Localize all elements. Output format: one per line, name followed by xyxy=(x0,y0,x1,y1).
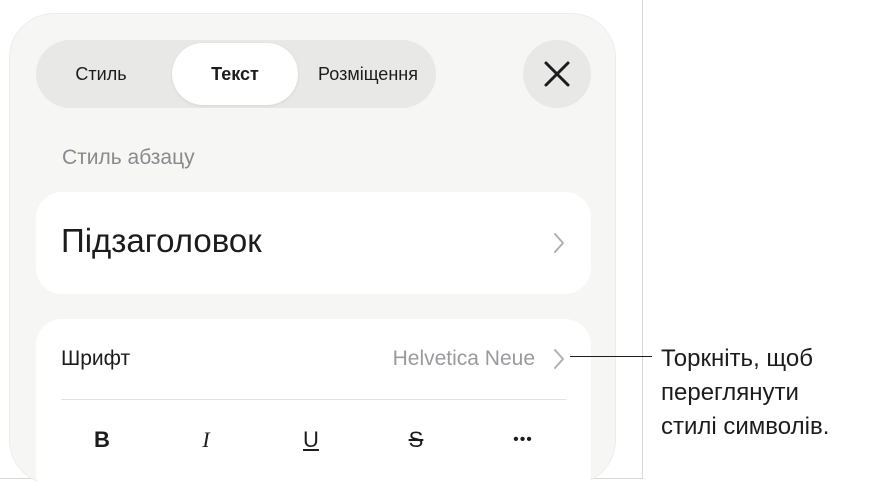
chevron-right-icon xyxy=(554,233,564,253)
underline-button[interactable]: U xyxy=(291,427,331,453)
tab-style[interactable]: Стиль xyxy=(46,40,156,108)
paragraph-style-row[interactable]: Підзаголовок xyxy=(36,192,591,294)
close-icon xyxy=(544,61,570,87)
paragraph-style-value: Підзаголовок xyxy=(61,222,262,259)
font-card: Шрифт Helvetica Neue B I U S ••• xyxy=(36,319,591,499)
callout-line-1: Торкніть, щоб xyxy=(661,345,813,372)
tab-text[interactable]: Текст xyxy=(172,43,298,105)
bold-button[interactable]: B xyxy=(82,427,122,453)
format-tabs: Стиль Текст Розміщення xyxy=(36,40,436,108)
callout-line-2: переглянути xyxy=(661,379,799,406)
callout-line xyxy=(570,356,652,357)
close-button[interactable] xyxy=(523,40,591,108)
paragraph-style-label: Стиль абзацу xyxy=(62,146,195,169)
callout-text: Торкніть, щоб переглянути стилі символів… xyxy=(661,342,881,444)
font-label: Шрифт xyxy=(61,347,131,370)
more-options-button[interactable]: ••• xyxy=(503,431,543,449)
italic-button[interactable]: I xyxy=(186,427,226,453)
callout-line-3: стилі символів. xyxy=(661,413,830,440)
font-chevron-icon[interactable] xyxy=(553,348,565,370)
tab-layout[interactable]: Розміщення xyxy=(304,40,432,108)
divider xyxy=(61,399,566,400)
strikethrough-button[interactable]: S xyxy=(396,427,436,453)
format-panel: Стиль Текст Розміщення Стиль абзацу Підз… xyxy=(10,14,615,499)
font-value[interactable]: Helvetica Neue xyxy=(393,347,535,371)
screenshot-frame: Стиль Текст Розміщення Стиль абзацу Підз… xyxy=(0,0,643,499)
